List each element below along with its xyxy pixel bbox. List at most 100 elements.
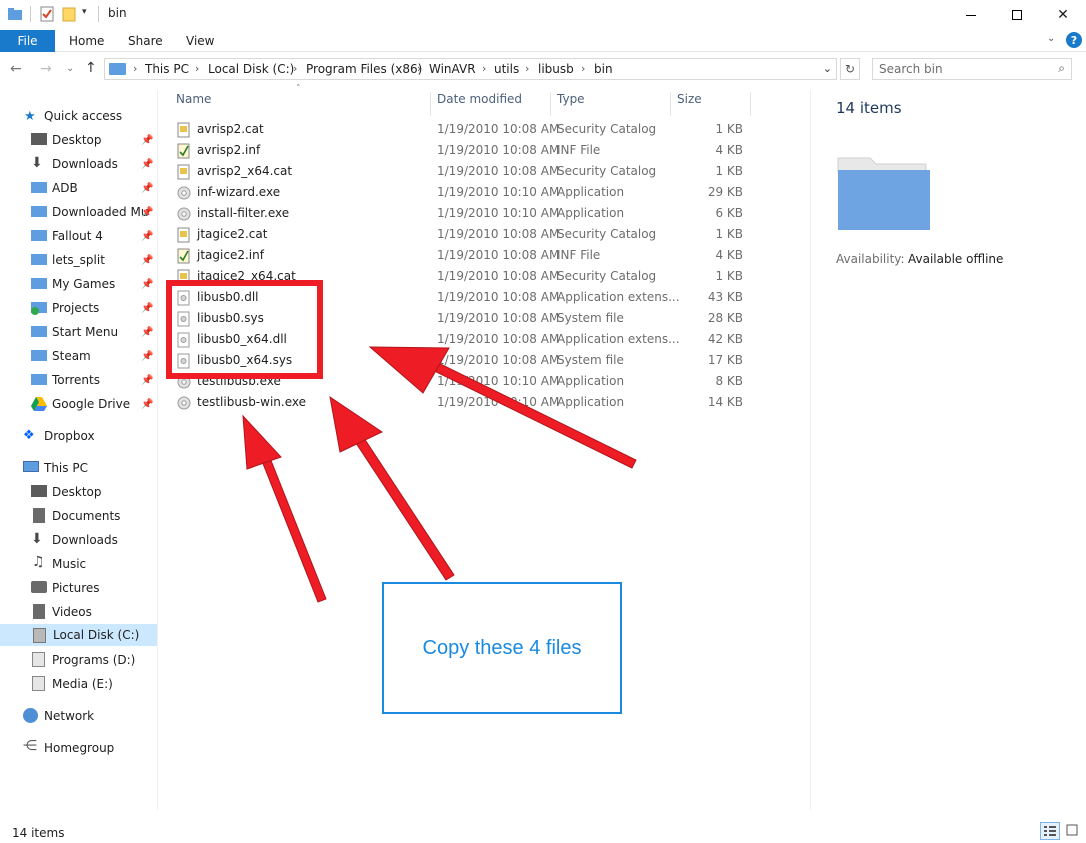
- file-row[interactable]: install-filter.exe 1/19/2010 10:10 AM Appl…: [170, 203, 760, 224]
- tab-share[interactable]: Share: [128, 30, 163, 52]
- search-input[interactable]: Search bin ⌕: [872, 58, 1072, 80]
- file-row[interactable]: jtagice2.cat 1/19/2010 10:08 AM Security C…: [170, 224, 760, 245]
- sidebar-item-homegroup[interactable]: ⋲ Homegroup: [0, 737, 157, 759]
- sidebar-item-quick-access[interactable]: ★ Quick access: [0, 105, 157, 127]
- breadcrumb-libusb[interactable]: libusb: [538, 62, 574, 76]
- sidebar-item-start-menu[interactable]: Start Menu 📌: [0, 321, 157, 343]
- file-date: 1/19/2010 10:08 AM: [437, 143, 560, 157]
- new-folder-icon[interactable]: [62, 6, 76, 22]
- close-button[interactable]: ✕: [1040, 0, 1086, 30]
- sidebar-item-dropbox[interactable]: ❖ Dropbox: [0, 425, 157, 447]
- sidebar-item-fallout-4[interactable]: Fallout 4 📌: [0, 225, 157, 247]
- file-row[interactable]: jtagice2.inf 1/19/2010 10:08 AM INF File 4 …: [170, 245, 760, 266]
- sidebar-item-pc-desktop[interactable]: Desktop: [0, 481, 157, 503]
- column-divider[interactable]: [430, 92, 431, 116]
- inf-icon: [177, 143, 190, 159]
- minimize-button[interactable]: [948, 0, 994, 30]
- homegroup-icon: ⋲: [23, 738, 37, 754]
- sidebar-item-my-games[interactable]: My Games 📌: [0, 273, 157, 295]
- file-row[interactable]: avrisp2_x64.cat 1/19/2010 10:08 AM Securit…: [170, 161, 760, 182]
- pin-icon[interactable]: 📌: [141, 231, 153, 242]
- pin-icon[interactable]: 📌: [141, 351, 153, 362]
- large-icons-view-button[interactable]: [1063, 822, 1083, 840]
- sidebar-item-local-disk[interactable]: Local Disk (C:): [0, 624, 157, 646]
- sidebar-item-programs-d[interactable]: Programs (D:): [0, 649, 157, 671]
- pin-icon[interactable]: 📌: [141, 207, 153, 218]
- file-date: 1/19/2010 10:10 AM: [437, 374, 560, 388]
- file-size: 6 KB: [715, 206, 743, 220]
- sidebar-item-label: lets_split: [52, 253, 105, 267]
- breadcrumb-bin[interactable]: bin: [594, 62, 613, 76]
- sidebar-item-downloaded-mu[interactable]: Downloaded Mu 📌: [0, 201, 157, 223]
- pin-icon[interactable]: 📌: [141, 399, 153, 410]
- file-type: Security Catalog: [557, 269, 657, 283]
- customize-toolbar-icon[interactable]: ▾: [82, 7, 87, 17]
- sidebar-item-label: Pictures: [52, 581, 100, 595]
- file-row[interactable]: avrisp2.inf 1/19/2010 10:08 AM INF File 4 K…: [170, 140, 760, 161]
- sidebar-item-music[interactable]: ♫ Music: [0, 553, 157, 575]
- annotation-callout: Copy these 4 files: [382, 582, 622, 714]
- app-icon: [177, 186, 191, 200]
- sidebar-item-network[interactable]: Network: [0, 705, 157, 727]
- sidebar-item-downloads[interactable]: ⬇ Downloads 📌: [0, 153, 157, 175]
- tab-home[interactable]: Home: [69, 30, 104, 52]
- pin-icon[interactable]: 📌: [141, 255, 153, 266]
- breadcrumb-program-files[interactable]: Program Files (x86): [306, 62, 422, 76]
- properties-icon[interactable]: [40, 6, 54, 22]
- column-header-size[interactable]: Size: [677, 92, 702, 112]
- column-header-name[interactable]: Name: [176, 92, 211, 112]
- details-view-button[interactable]: [1040, 822, 1060, 840]
- recent-locations-icon[interactable]: ⌄: [66, 61, 74, 77]
- maximize-button[interactable]: [994, 0, 1040, 30]
- sidebar-item-lets-split[interactable]: lets_split 📌: [0, 249, 157, 271]
- dropbox-icon: ❖: [23, 428, 35, 443]
- breadcrumb-winavr[interactable]: WinAVR: [429, 62, 476, 76]
- sidebar-item-steam[interactable]: Steam 📌: [0, 345, 157, 367]
- breadcrumb-utils[interactable]: utils: [494, 62, 519, 76]
- tab-file[interactable]: File: [0, 30, 55, 52]
- up-icon[interactable]: ↑: [85, 60, 97, 76]
- desktop-icon: [31, 133, 47, 145]
- breadcrumb-local-disk[interactable]: Local Disk (C:): [208, 62, 294, 76]
- column-divider[interactable]: [750, 92, 751, 116]
- column-header-date[interactable]: Date modified: [437, 92, 522, 112]
- pin-icon[interactable]: 📌: [141, 135, 153, 146]
- sidebar-item-media-e[interactable]: Media (E:): [0, 673, 157, 695]
- close-icon: ✕: [1057, 7, 1069, 23]
- sidebar-item-adb[interactable]: ADB 📌: [0, 177, 157, 199]
- sidebar-item-this-pc[interactable]: This PC: [0, 457, 157, 479]
- sidebar-item-videos[interactable]: Videos: [0, 601, 157, 623]
- sidebar-item-google-drive[interactable]: Google Drive 📌: [0, 393, 157, 415]
- sidebar-item-pc-downloads[interactable]: ⬇ Downloads: [0, 529, 157, 551]
- address-bar[interactable]: › This PC › Local Disk (C:) › Program Fi…: [104, 58, 837, 80]
- pin-icon[interactable]: 📌: [141, 327, 153, 338]
- pin-icon[interactable]: 📌: [141, 303, 153, 314]
- file-row[interactable]: testlibusb-win.exe 1/19/2010 10:10 AM Appl…: [170, 392, 760, 413]
- address-dropdown-icon[interactable]: ⌄: [823, 62, 832, 75]
- tab-view[interactable]: View: [186, 30, 214, 52]
- pin-icon[interactable]: 📌: [141, 279, 153, 290]
- back-icon[interactable]: ←: [10, 61, 22, 77]
- sidebar-item-pictures[interactable]: Pictures: [0, 577, 157, 599]
- sidebar-item-desktop[interactable]: Desktop 📌: [0, 129, 157, 151]
- column-header-type[interactable]: Type: [557, 92, 585, 112]
- file-size: 1 KB: [715, 227, 743, 241]
- file-row[interactable]: inf-wizard.exe 1/19/2010 10:10 AM Applicat…: [170, 182, 760, 203]
- sidebar-item-projects[interactable]: Projects 📌: [0, 297, 157, 319]
- sidebar-item-documents[interactable]: Documents: [0, 505, 157, 527]
- file-date: 1/19/2010 10:10 AM: [437, 206, 560, 220]
- column-divider[interactable]: [550, 92, 551, 116]
- sidebar-item-torrents[interactable]: Torrents 📌: [0, 369, 157, 391]
- pin-icon[interactable]: 📌: [141, 183, 153, 194]
- forward-icon[interactable]: →: [40, 61, 52, 77]
- pin-icon[interactable]: 📌: [141, 159, 153, 170]
- pin-icon[interactable]: 📌: [141, 375, 153, 386]
- help-icon[interactable]: ?: [1066, 32, 1082, 48]
- refresh-button[interactable]: ↻: [840, 58, 860, 80]
- breadcrumb-this-pc[interactable]: This PC: [145, 62, 189, 76]
- expand-ribbon-icon[interactable]: ⌄: [1047, 33, 1055, 44]
- folder-icon: [31, 326, 47, 337]
- file-date: 1/19/2010 10:10 AM: [437, 395, 560, 409]
- file-row[interactable]: avrisp2.cat 1/19/2010 10:08 AM Security Ca…: [170, 119, 760, 140]
- column-divider[interactable]: [670, 92, 671, 116]
